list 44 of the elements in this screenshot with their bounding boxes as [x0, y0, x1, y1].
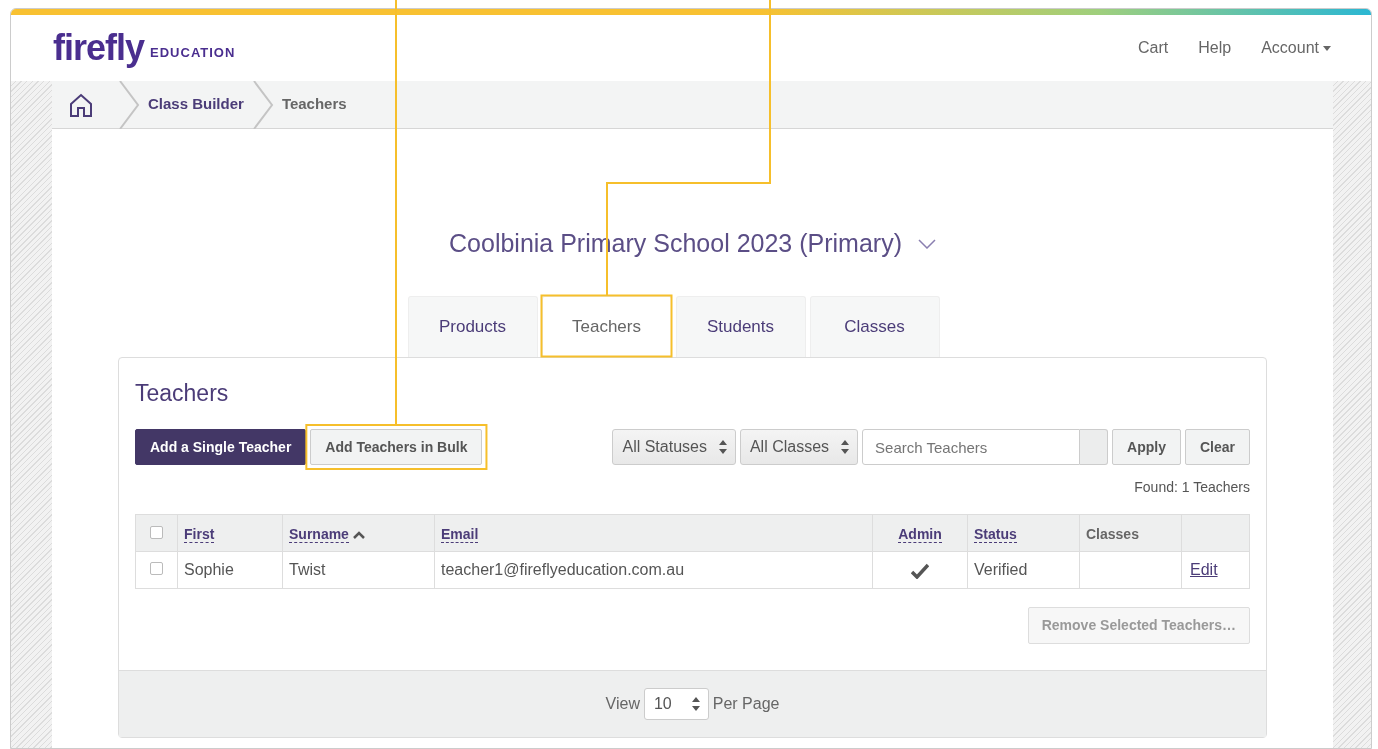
logo-wordmark[interactable]: firefly	[53, 30, 145, 66]
table-cell: Verified	[974, 561, 1028, 578]
home-icon[interactable]	[68, 91, 94, 118]
result-count: Found: 1 Teachers	[1134, 478, 1250, 497]
row-checkbox[interactable]	[150, 562, 163, 575]
sort-arrows-icon	[718, 440, 727, 454]
column-sort-link[interactable]: Email	[441, 526, 479, 543]
tab[interactable]: Classes	[809, 295, 940, 357]
breadcrumb-separator	[251, 80, 274, 129]
search-field[interactable]: Search Teachers	[862, 429, 1081, 465]
panel-title: Teachers	[135, 378, 230, 408]
sort-arrows-icon	[691, 697, 700, 711]
breadcrumb-separator	[118, 80, 140, 129]
breadcrumb-link[interactable]: Class Builder	[148, 93, 244, 116]
filter-button[interactable]: Clear	[1184, 429, 1250, 465]
column-sort-link[interactable]: First	[184, 526, 215, 543]
pagination-label: Per Page	[712, 694, 780, 714]
account-menu[interactable]: Account	[1261, 36, 1331, 60]
pagination-label: View	[605, 694, 640, 714]
tab[interactable]: Students	[675, 295, 806, 357]
chevron-down-icon[interactable]	[917, 238, 936, 249]
select-all-checkbox[interactable]	[150, 526, 163, 539]
nav-link[interactable]: Help	[1198, 36, 1232, 60]
edit-link[interactable]: Edit	[1190, 561, 1218, 578]
filter-select[interactable]: All Statuses	[612, 429, 736, 465]
add-teacher-button[interactable]: Add a Single Teacher	[135, 429, 307, 465]
bulk-add-button[interactable]: Add Teachers in Bulk	[310, 429, 483, 465]
column-sort-link[interactable]: Status	[974, 526, 1017, 543]
search-addon[interactable]	[1080, 429, 1109, 465]
caret-icon	[1323, 45, 1331, 51]
tab[interactable]: Products	[407, 295, 538, 357]
tab[interactable]: Teachers	[541, 295, 672, 357]
filter-button[interactable]: Apply	[1112, 429, 1181, 465]
nav-link[interactable]: Cart	[1138, 36, 1169, 60]
column-sort-link[interactable]: Surname	[289, 526, 349, 543]
breadcrumb-current: Teachers	[281, 94, 347, 115]
per-page-select[interactable]: 10	[643, 688, 709, 720]
filter-select[interactable]: All Classes	[739, 429, 859, 465]
table-cell: Sophie	[184, 561, 234, 578]
table-cell: Twist	[289, 561, 326, 578]
sort-arrows-icon	[841, 440, 850, 454]
logo-tagline: EDUCATION	[150, 44, 236, 63]
column-header: Classes	[1086, 526, 1139, 542]
table-cell: teacher1@fireflyeducation.com.au	[441, 561, 685, 578]
